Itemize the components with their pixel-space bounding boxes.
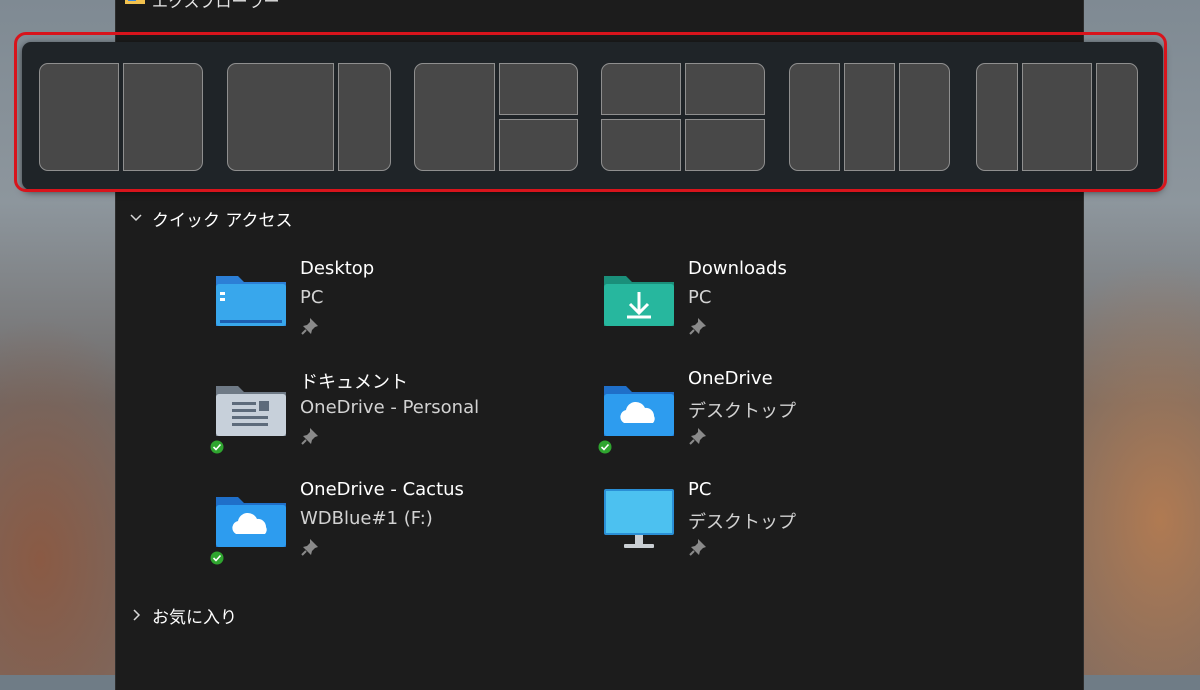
quick-access-item-documents[interactable]: ドキュメント OneDrive - Personal <box>210 368 594 468</box>
quick-access-item-onedrive-cactus[interactable]: OneDrive - Cactus WDBlue#1 (F:) <box>210 479 594 579</box>
quick-access-item-pc[interactable]: PC デスクトップ <box>602 479 982 579</box>
monitor-icon <box>604 489 674 548</box>
quick-access-header[interactable]: クイック アクセス <box>129 205 293 231</box>
item-location: デスクトップ <box>688 401 796 422</box>
chevron-down-icon <box>130 214 142 222</box>
item-location: PC <box>300 287 324 308</box>
chevron-right-icon <box>133 609 141 621</box>
title-bar[interactable]: エクスプローラー <box>116 0 1083 30</box>
quick-access-item-desktop[interactable]: Desktop PC <box>214 258 594 358</box>
onedrive-folder-icon <box>604 386 674 436</box>
sync-status-icon <box>598 440 612 454</box>
item-name: ドキュメント <box>300 372 408 393</box>
item-location: WDBlue#1 (F:) <box>300 508 433 529</box>
item-name: OneDrive <box>688 368 773 389</box>
item-name: PC <box>688 479 712 500</box>
quick-access-item-downloads[interactable]: Downloads PC <box>602 258 982 358</box>
maximize-icon <box>941 0 987 6</box>
favorites-label: お気に入り <box>152 607 237 628</box>
item-location: OneDrive - Personal <box>300 397 480 418</box>
documents-folder-icon <box>216 386 286 436</box>
item-name: Desktop <box>300 258 375 279</box>
pin-icon <box>689 318 706 335</box>
item-name: OneDrive - Cactus <box>300 479 464 500</box>
pin-icon <box>301 539 318 556</box>
quick-access-item-onedrive[interactable]: OneDrive デスクトップ <box>598 368 982 468</box>
sync-status-icon <box>210 440 224 454</box>
onedrive-folder-icon <box>216 497 286 547</box>
desktop-folder-icon <box>216 276 286 326</box>
maximize-button[interactable] <box>941 0 987 6</box>
close-icon <box>1021 0 1067 6</box>
folder-app-icon <box>125 0 145 4</box>
quick-access-label: クイック アクセス <box>152 210 293 231</box>
favorites-header[interactable]: お気に入り <box>129 602 237 628</box>
highlight-outline <box>14 32 1167 192</box>
item-location: デスクトップ <box>688 512 796 533</box>
pin-icon <box>301 318 318 335</box>
sync-status-icon <box>210 551 224 565</box>
pin-icon <box>301 428 318 445</box>
item-location: PC <box>688 287 712 308</box>
item-name: Downloads <box>688 258 787 279</box>
downloads-folder-icon <box>604 276 674 326</box>
window-title: エクスプローラー <box>152 0 280 11</box>
pin-icon <box>689 428 706 445</box>
pin-icon <box>689 539 706 556</box>
close-button[interactable] <box>1021 0 1067 6</box>
